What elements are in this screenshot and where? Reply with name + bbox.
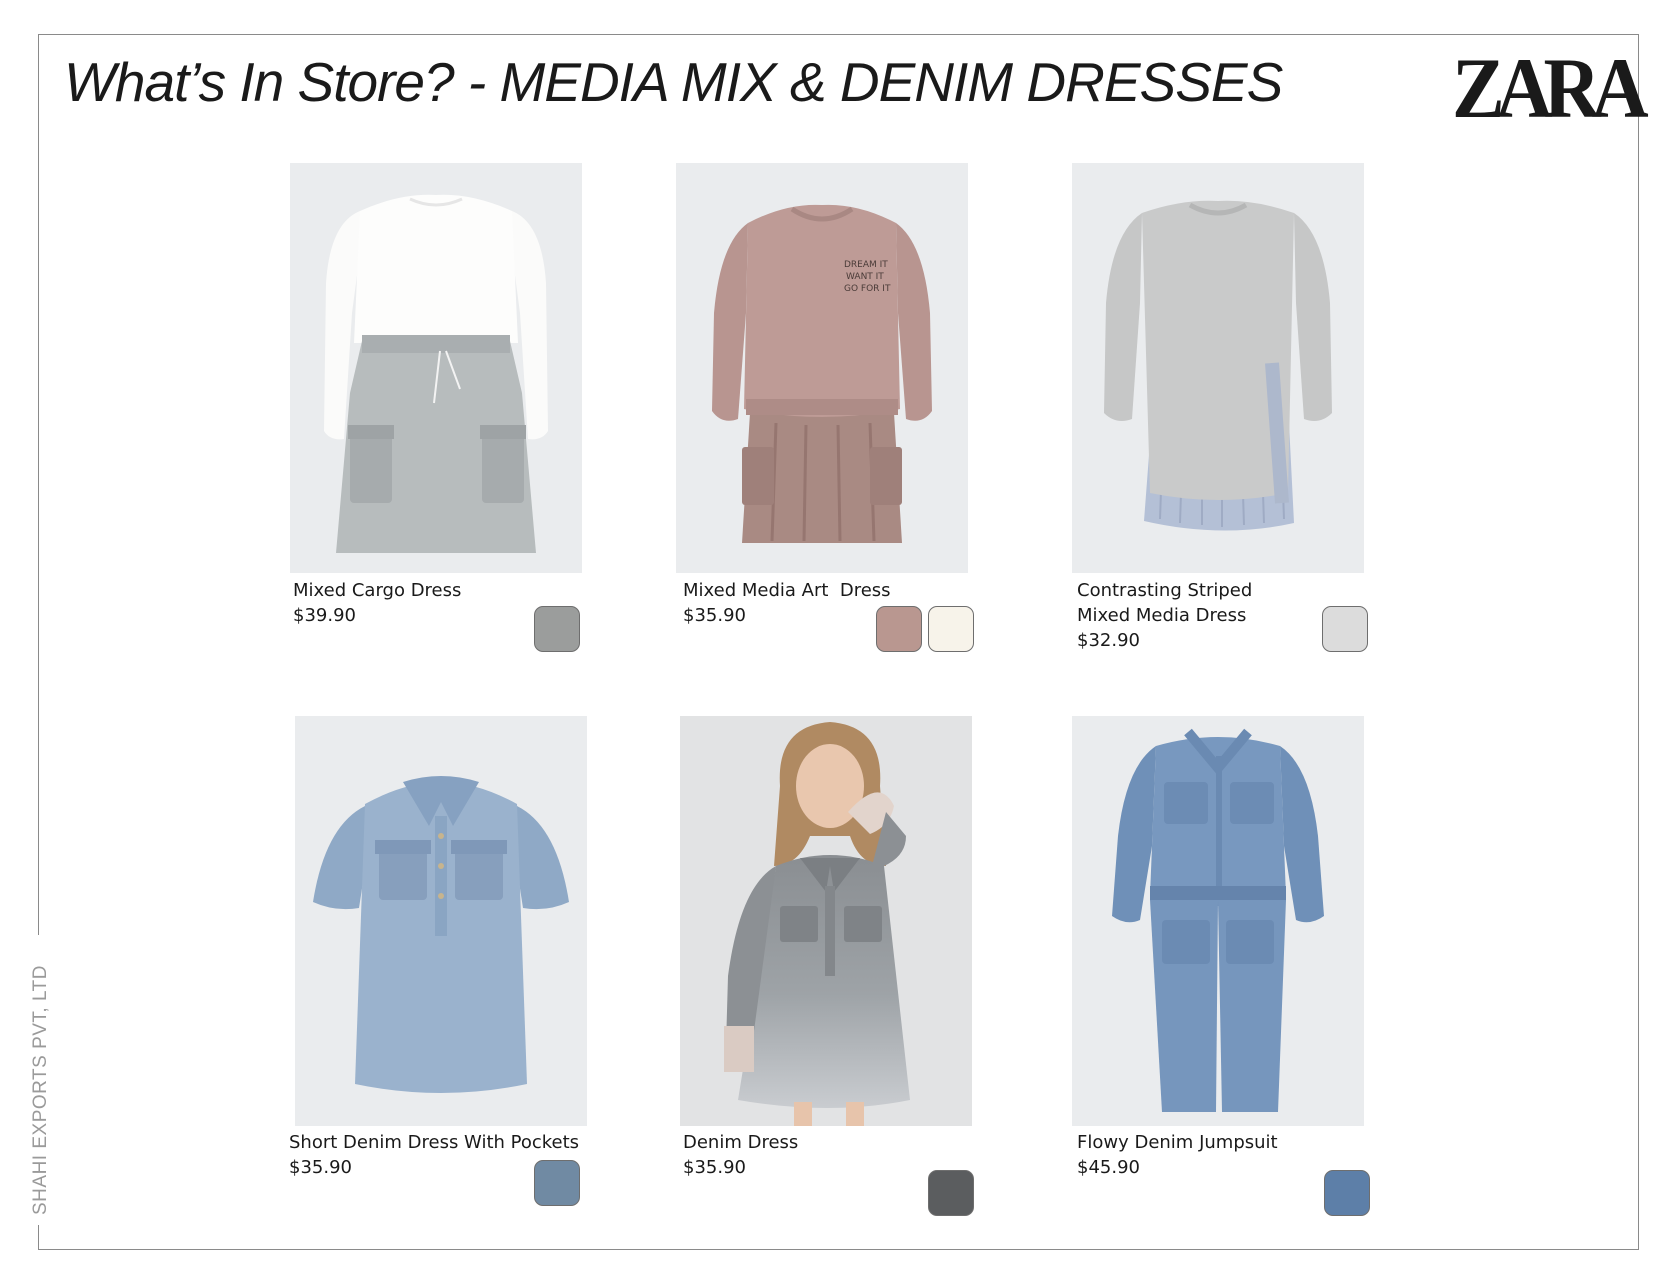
color-swatch-denim-blue[interactable] bbox=[1324, 1170, 1370, 1216]
product-image[interactable]: DREAM IT WANT IT GO FOR IT bbox=[676, 163, 968, 573]
print-text-3: GO FOR IT bbox=[844, 284, 891, 294]
product-name[interactable]: Short Denim Dress With Pockets bbox=[289, 1130, 579, 1155]
color-swatch-mauve[interactable] bbox=[876, 606, 922, 652]
product-image[interactable] bbox=[1072, 163, 1364, 573]
product-price: $35.90 bbox=[683, 1157, 746, 1178]
product-name-line-2[interactable]: Mixed Media Dress bbox=[1077, 603, 1246, 628]
zara-logo: ZARA bbox=[1452, 45, 1649, 131]
product-image[interactable] bbox=[680, 716, 972, 1126]
product-price: $35.90 bbox=[289, 1157, 352, 1178]
company-label: SHAHI EXPORTS PVT, LTD bbox=[30, 965, 51, 1215]
product-name[interactable]: Mixed Cargo Dress bbox=[293, 578, 461, 603]
model-illustration bbox=[680, 716, 972, 1126]
product-price: $39.90 bbox=[293, 605, 356, 626]
product-name[interactable]: Denim Dress bbox=[683, 1130, 798, 1155]
dress-illustration: DREAM IT WANT IT GO FOR IT bbox=[676, 163, 968, 573]
product-image[interactable] bbox=[290, 163, 582, 573]
dress-illustration bbox=[295, 716, 587, 1126]
color-swatch-charcoal[interactable] bbox=[928, 1170, 974, 1216]
print-text-1: DREAM IT bbox=[844, 260, 888, 270]
page-title: What’s In Store? - MEDIA MIX & DENIM DRE… bbox=[64, 51, 1283, 113]
product-name-line-1[interactable]: Contrasting Striped bbox=[1077, 578, 1252, 603]
color-swatch-blue-grey[interactable] bbox=[534, 1160, 580, 1206]
dress-illustration bbox=[1072, 163, 1364, 573]
product-name[interactable]: Flowy Denim Jumpsuit bbox=[1077, 1130, 1278, 1155]
color-swatch-grey[interactable] bbox=[534, 606, 580, 652]
color-swatch-light-grey[interactable] bbox=[1322, 606, 1368, 652]
zara-logo-text: ZARA bbox=[1452, 40, 1649, 136]
product-image[interactable] bbox=[1072, 716, 1364, 1126]
product-price: $45.90 bbox=[1077, 1157, 1140, 1178]
print-text-2: WANT IT bbox=[846, 272, 884, 282]
product-image[interactable] bbox=[295, 716, 587, 1126]
product-price: $35.90 bbox=[683, 605, 746, 626]
product-name[interactable]: Mixed Media Art Dress bbox=[683, 578, 891, 603]
product-price: $32.90 bbox=[1077, 630, 1140, 651]
color-swatch-cream[interactable] bbox=[928, 606, 974, 652]
dress-illustration bbox=[290, 163, 582, 573]
jumpsuit-illustration bbox=[1072, 716, 1364, 1126]
